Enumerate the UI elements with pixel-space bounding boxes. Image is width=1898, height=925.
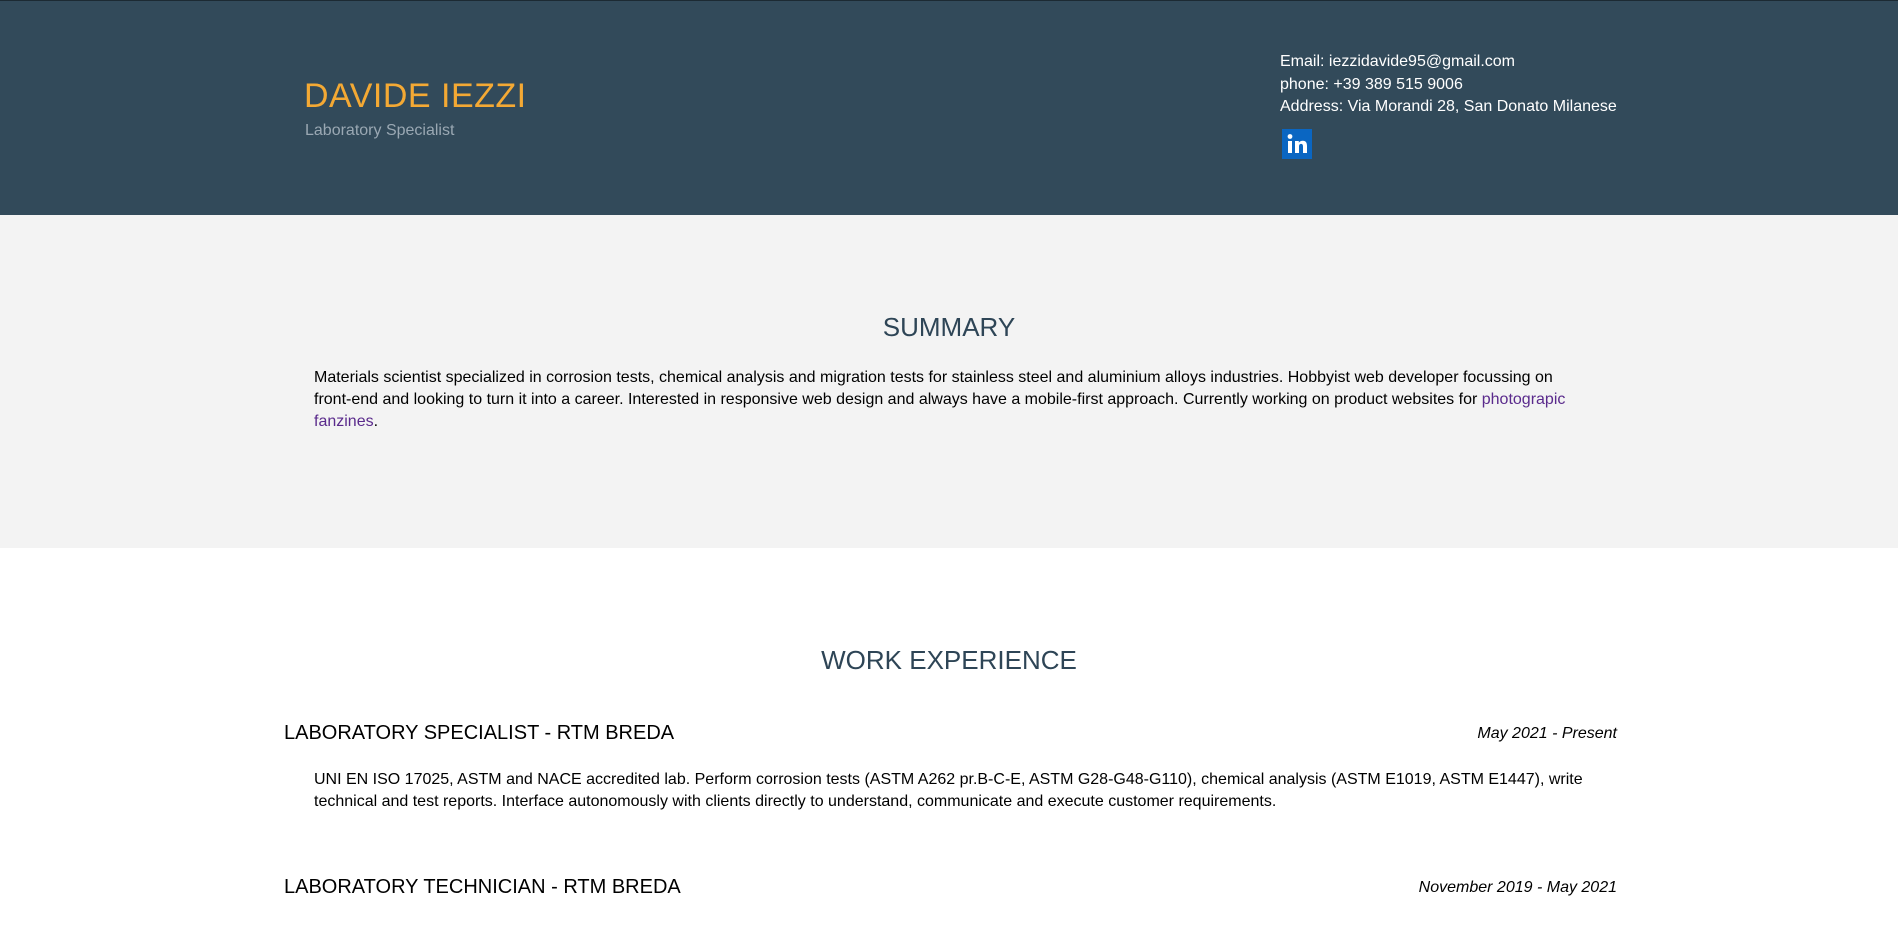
- job-title: LABORATORY SPECIALIST - RTM BREDA: [284, 722, 675, 744]
- email-text[interactable]: Email: iezzidavide95@gmail.com: [1280, 51, 1617, 74]
- header: DAVIDE IEZZI Laboratory Specialist Email…: [0, 0, 1898, 215]
- job-date: May 2021 - Present: [1477, 725, 1617, 742]
- contact-info: Email: iezzidavide95@gmail.com phone: +3…: [1280, 51, 1617, 119]
- phone-text: phone: +39 389 515 9006: [1280, 75, 1463, 93]
- work-experience-heading: WORK EXPERIENCE: [821, 645, 1077, 675]
- summary-text: Materials scientist specialized in corro…: [314, 367, 1584, 433]
- job-description: UNI EN ISO 17025, ASTM and NACE accredit…: [314, 771, 1583, 810]
- page-title: DAVIDE IEZZI: [304, 77, 527, 115]
- summary-body: Materials scientist specialized in corro…: [314, 369, 1553, 408]
- job-date: November 2019 - May 2021: [1418, 879, 1617, 896]
- linkedin-icon[interactable]: [1282, 129, 1312, 159]
- job-role: Laboratory Specialist: [305, 122, 455, 139]
- address-text: Address: Via Morandi 28, San Donato Mila…: [1280, 98, 1617, 115]
- summary-heading: SUMMARY: [882, 312, 1016, 342]
- job-title: LABORATORY TECHNICIAN - RTM BREDA: [284, 876, 681, 898]
- summary-end: .: [373, 413, 379, 430]
